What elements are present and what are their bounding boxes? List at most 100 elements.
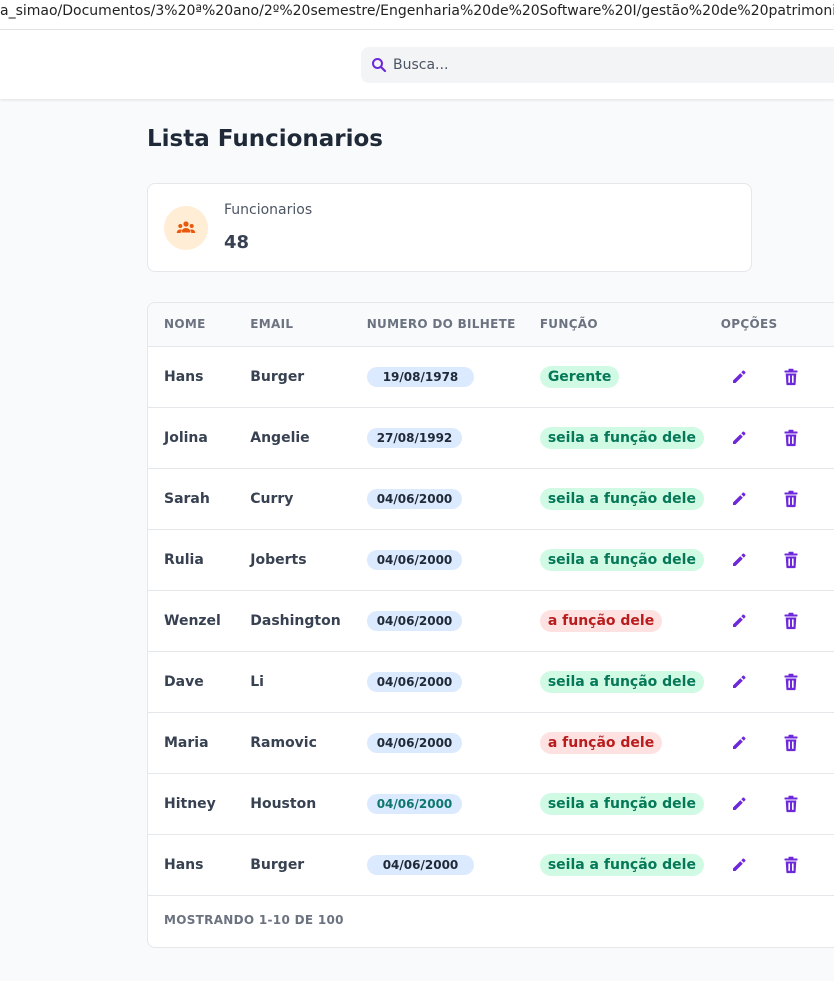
edit-button[interactable] <box>729 489 749 509</box>
delete-button[interactable] <box>781 550 801 570</box>
cell-email: Angelie <box>250 407 367 469</box>
cell-nome: Hitney <box>148 773 251 835</box>
cell-email: Burger <box>250 346 367 408</box>
edit-button[interactable] <box>729 794 749 814</box>
funcao-badge: seila a função dele <box>539 487 704 510</box>
search-icon <box>371 57 387 73</box>
cell-opcoes <box>720 346 834 408</box>
pencil-icon <box>732 797 746 810</box>
stat-label: Funcionarios <box>224 202 313 218</box>
table-row: Hitney Houston 04/06/2000 seila a função… <box>148 773 834 835</box>
bilhete-badge: 27/08/1992 <box>366 427 463 448</box>
edit-button[interactable] <box>729 855 749 875</box>
employees-stat-card: Funcionarios 48 <box>147 183 752 272</box>
cell-bilhete: 04/06/2000 <box>366 712 540 774</box>
trash-icon <box>784 429 798 446</box>
table-row: Dave Li 04/06/2000 seila a função dele <box>148 651 834 713</box>
column-header-funcao[interactable]: FUNÇÃO <box>539 303 721 347</box>
table-row: Hans Burger 04/06/2000 seila a função de… <box>148 834 834 896</box>
cell-opcoes <box>720 407 834 469</box>
cell-funcao: seila a função dele <box>539 773 721 835</box>
delete-button[interactable] <box>781 367 801 387</box>
column-header-email[interactable]: EMAIL <box>250 303 367 347</box>
cell-email: Curry <box>250 468 367 530</box>
row-actions <box>721 733 834 753</box>
cell-email: Burger <box>250 834 367 896</box>
employees-table-container: NOME EMAIL NUMERO DO BILHETE FUNÇÃO OPÇÕ… <box>147 302 834 948</box>
table-row: Rulia Joberts 04/06/2000 seila a função … <box>148 529 834 591</box>
table-row: Maria Ramovic 04/06/2000 a função dele <box>148 712 834 774</box>
delete-button[interactable] <box>781 794 801 814</box>
cell-bilhete: 27/08/1992 <box>366 407 540 469</box>
column-header-bilhete[interactable]: NUMERO DO BILHETE <box>366 303 540 347</box>
funcao-badge: seila a função dele <box>539 426 704 449</box>
bilhete-badge: 04/06/2000 <box>366 854 475 875</box>
trash-icon <box>784 612 798 629</box>
row-actions <box>721 367 834 387</box>
cell-email: Li <box>250 651 367 713</box>
cell-nome: Hans <box>148 346 251 408</box>
address-bar[interactable]: a_simao/Documentos/3%20ª%20ano/2º%20seme… <box>0 0 834 30</box>
delete-button[interactable] <box>781 855 801 875</box>
delete-button[interactable] <box>781 733 801 753</box>
cell-bilhete: 04/06/2000 <box>366 651 540 713</box>
search-box[interactable] <box>361 47 834 83</box>
delete-button[interactable] <box>781 611 801 631</box>
cell-funcao: a função dele <box>539 590 721 652</box>
edit-button[interactable] <box>729 733 749 753</box>
edit-button[interactable] <box>729 611 749 631</box>
funcao-badge: a função dele <box>539 609 663 632</box>
cell-bilhete: 04/06/2000 <box>366 468 540 530</box>
cell-nome: Rulia <box>148 529 251 591</box>
delete-button[interactable] <box>781 428 801 448</box>
row-actions <box>721 611 834 631</box>
cell-funcao: seila a função dele <box>539 834 721 896</box>
cell-nome: Maria <box>148 712 251 774</box>
pencil-icon <box>732 858 746 871</box>
column-header-nome[interactable]: NOME <box>148 303 251 347</box>
top-header <box>0 30 834 99</box>
pencil-icon <box>732 614 746 627</box>
edit-button[interactable] <box>729 672 749 692</box>
cell-nome: Wenzel <box>148 590 251 652</box>
cell-bilhete: 04/06/2000 <box>366 834 540 896</box>
cell-email: Joberts <box>250 529 367 591</box>
cell-funcao: seila a função dele <box>539 407 721 469</box>
bilhete-badge: 19/08/1978 <box>366 366 475 387</box>
edit-button[interactable] <box>729 367 749 387</box>
bilhete-badge: 04/06/2000 <box>366 488 463 509</box>
cell-nome: Jolina <box>148 407 251 469</box>
column-header-opcoes: OPÇÕES <box>720 303 834 347</box>
cell-opcoes <box>720 834 834 896</box>
row-actions <box>721 672 834 692</box>
funcao-badge: seila a função dele <box>539 548 704 571</box>
users-icon <box>164 206 208 250</box>
funcao-badge: Gerente <box>539 365 620 388</box>
trash-icon <box>784 795 798 812</box>
delete-button[interactable] <box>781 489 801 509</box>
cell-funcao: seila a função dele <box>539 529 721 591</box>
cell-bilhete: 04/06/2000 <box>366 590 540 652</box>
funcao-badge: a função dele <box>539 731 663 754</box>
funcao-badge: seila a função dele <box>539 792 704 815</box>
cell-opcoes <box>720 468 834 530</box>
table-row: Wenzel Dashington 04/06/2000 a função de… <box>148 590 834 652</box>
bilhete-badge: 04/06/2000 <box>366 671 463 692</box>
edit-button[interactable] <box>729 428 749 448</box>
pencil-icon <box>732 675 746 688</box>
cell-bilhete: 04/06/2000 <box>366 773 540 835</box>
table-row: Hans Burger 19/08/1978 Gerente <box>148 346 834 408</box>
cell-email: Houston <box>250 773 367 835</box>
trash-icon <box>784 490 798 507</box>
bilhete-badge: 04/06/2000 <box>366 549 463 570</box>
trash-icon <box>784 856 798 873</box>
cell-funcao: seila a função dele <box>539 468 721 530</box>
edit-button[interactable] <box>729 550 749 570</box>
cell-opcoes <box>720 651 834 713</box>
pencil-icon <box>732 553 746 566</box>
bilhete-badge: 04/06/2000 <box>366 732 463 753</box>
delete-button[interactable] <box>781 672 801 692</box>
search-input[interactable] <box>393 57 813 73</box>
cell-email: Dashington <box>250 590 367 652</box>
funcao-badge: seila a função dele <box>539 853 704 876</box>
